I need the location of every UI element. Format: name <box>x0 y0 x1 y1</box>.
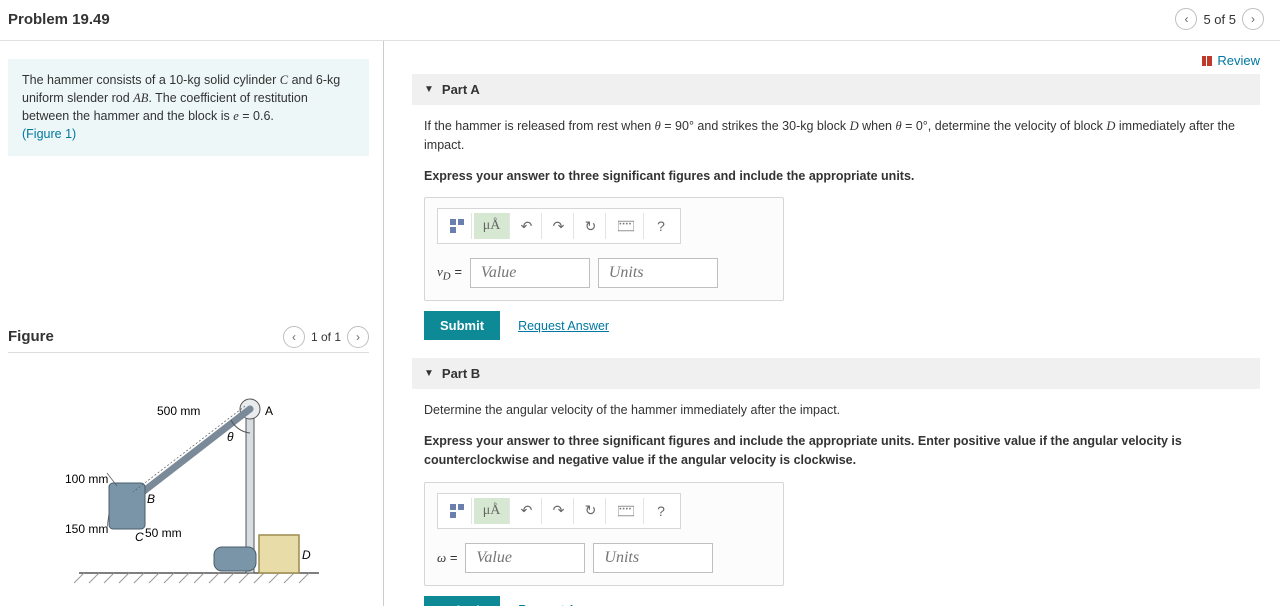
svg-text:150 mm: 150 mm <box>65 522 108 536</box>
part-a-title: Part A <box>442 82 480 97</box>
templates-icon[interactable] <box>442 213 472 239</box>
part-a-answer-box: μÅ ↶ ↷ ↻ ? vD = <box>424 197 784 301</box>
svg-text:50 mm: 50 mm <box>145 526 182 540</box>
keyboard-icon[interactable] <box>608 213 644 239</box>
problem-title: Problem 19.49 <box>8 11 110 28</box>
figure-diagram: A B C D θ 500 mm 100 mm <box>8 373 369 593</box>
svg-text:A: A <box>265 404 273 418</box>
svg-text:500 mm: 500 mm <box>157 404 200 418</box>
part-b-toolbar: μÅ ↶ ↷ ↻ ? <box>437 493 681 529</box>
caret-down-icon: ▼ <box>424 368 434 379</box>
prev-problem-button[interactable]: ‹ <box>1175 8 1197 30</box>
review-link[interactable]: Review <box>1201 53 1260 68</box>
part-a-instruction: Express your answer to three significant… <box>424 167 1260 186</box>
keyboard-icon[interactable] <box>608 498 644 524</box>
part-a-header[interactable]: ▼ Part A <box>412 74 1260 105</box>
caret-down-icon: ▼ <box>424 84 434 95</box>
part-b-header[interactable]: ▼ Part B <box>412 358 1260 389</box>
part-a-variable: vD = <box>437 264 462 283</box>
part-b-units-input[interactable] <box>593 543 713 573</box>
part-a-prompt: If the hammer is released from rest when… <box>424 117 1260 155</box>
flag-icon <box>1201 55 1213 67</box>
problem-counter: 5 of 5 <box>1203 12 1236 27</box>
next-figure-button[interactable]: › <box>347 326 369 348</box>
help-icon[interactable]: ? <box>646 213 676 239</box>
reset-icon[interactable]: ↻ <box>576 213 606 239</box>
part-b-answer-box: μÅ ↶ ↷ ↻ ? ω = <box>424 482 784 586</box>
part-a-toolbar: μÅ ↶ ↷ ↻ ? <box>437 208 681 244</box>
part-a-units-input[interactable] <box>598 258 718 288</box>
units-icon[interactable]: μÅ <box>474 213 510 239</box>
figure-title: Figure <box>8 328 54 345</box>
undo-icon[interactable]: ↶ <box>512 213 542 239</box>
figure-counter: 1 of 1 <box>311 330 341 344</box>
svg-text:D: D <box>302 548 311 562</box>
help-icon[interactable]: ? <box>646 498 676 524</box>
svg-text:C: C <box>135 530 144 544</box>
part-a-value-input[interactable] <box>470 258 590 288</box>
prev-figure-button[interactable]: ‹ <box>283 326 305 348</box>
figure-reference-link[interactable]: (Figure 1) <box>22 127 76 141</box>
part-a-submit-button[interactable]: Submit <box>424 311 500 340</box>
reset-icon[interactable]: ↻ <box>576 498 606 524</box>
problem-intro: The hammer consists of a 10-kg solid cyl… <box>8 59 369 156</box>
part-b-prompt: Determine the angular velocity of the ha… <box>424 401 1260 420</box>
svg-text:B: B <box>147 492 155 506</box>
part-a-request-answer-link[interactable]: Request Answer <box>518 319 609 333</box>
part-b-instruction: Express your answer to three significant… <box>424 432 1260 470</box>
next-problem-button[interactable]: › <box>1242 8 1264 30</box>
templates-icon[interactable] <box>442 498 472 524</box>
undo-icon[interactable]: ↶ <box>512 498 542 524</box>
svg-text:100 mm: 100 mm <box>65 472 108 486</box>
part-b-value-input[interactable] <box>465 543 585 573</box>
svg-text:θ: θ <box>227 430 234 444</box>
redo-icon[interactable]: ↷ <box>544 213 574 239</box>
redo-icon[interactable]: ↷ <box>544 498 574 524</box>
units-icon[interactable]: μÅ <box>474 498 510 524</box>
part-b-title: Part B <box>442 366 480 381</box>
part-b-variable: ω = <box>437 550 457 566</box>
